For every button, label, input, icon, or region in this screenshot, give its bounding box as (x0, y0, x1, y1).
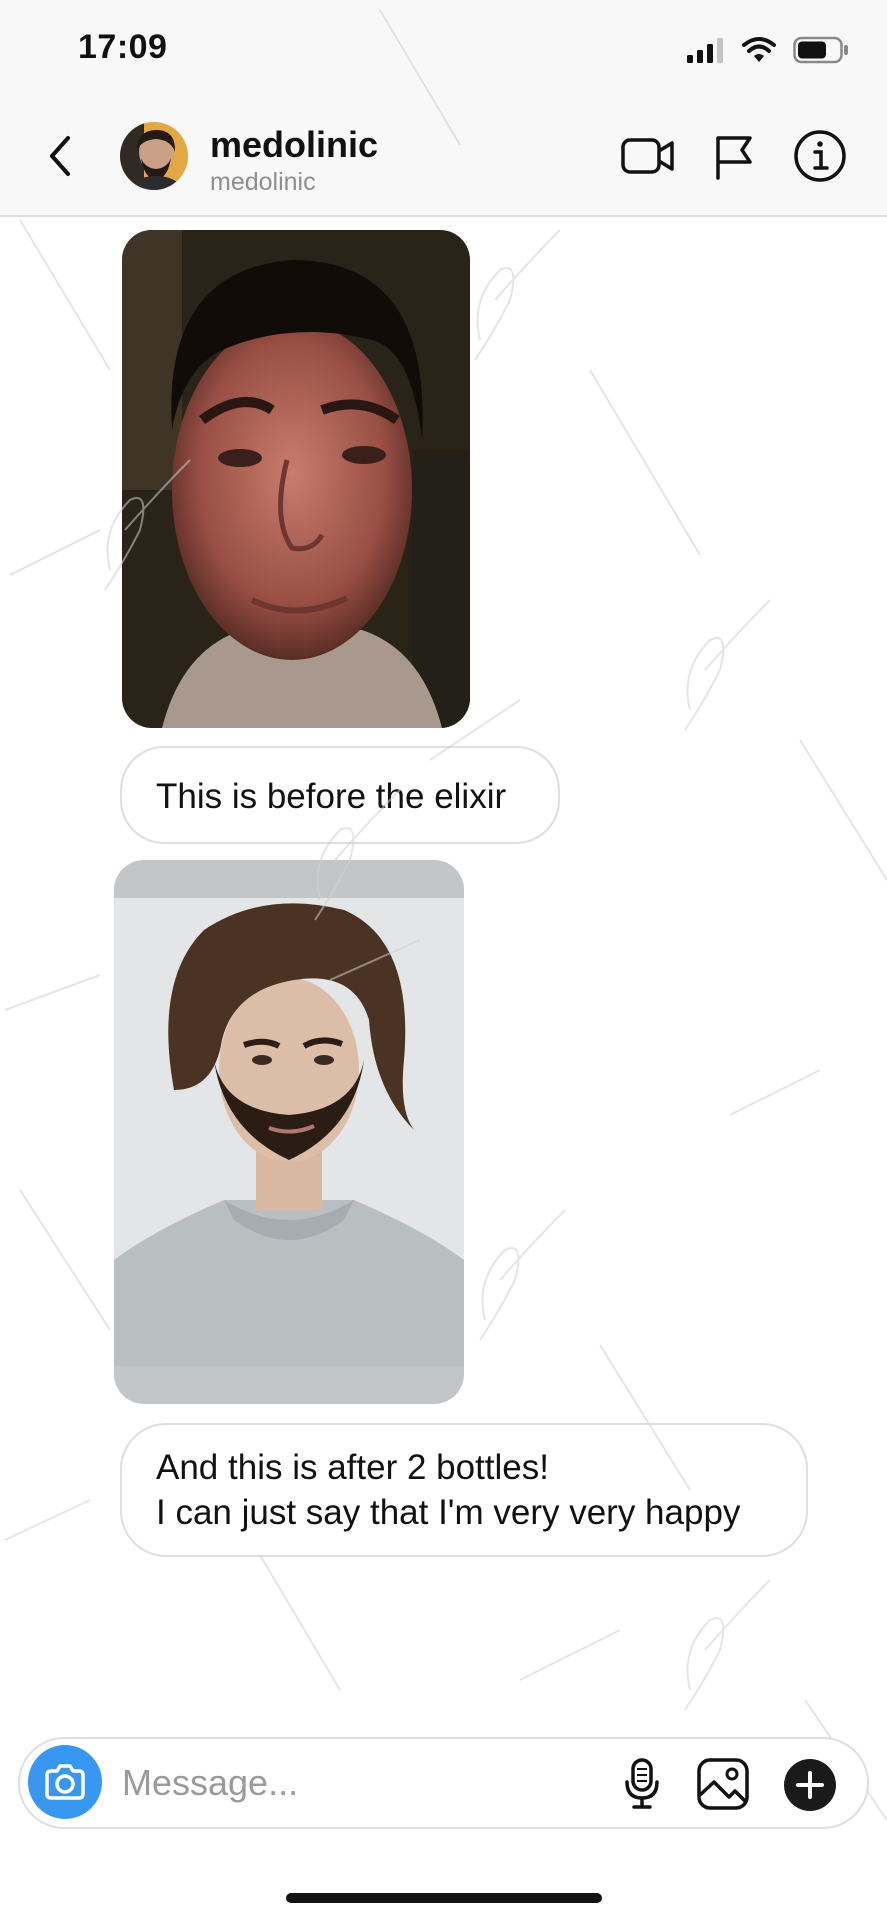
message-composer (18, 1737, 869, 1829)
message-bubble[interactable]: This is before the elixir (120, 746, 560, 844)
camera-icon (45, 1764, 85, 1800)
battery-icon (793, 36, 848, 64)
status-bar: 17:09 (0, 0, 887, 100)
message-bubble[interactable]: And this is after 2 bottles! I can just … (120, 1423, 808, 1557)
home-indicator (286, 1893, 602, 1903)
gallery-icon[interactable] (696, 1757, 750, 1811)
signal-icon (687, 38, 723, 63)
message-text: This is before the elixir (156, 777, 507, 816)
message-photo-after[interactable] (114, 860, 464, 1404)
microphone-icon[interactable] (622, 1757, 662, 1811)
status-icons (685, 32, 849, 68)
message-input[interactable] (120, 1749, 604, 1817)
avatar[interactable] (120, 122, 188, 190)
info-icon[interactable] (792, 128, 848, 184)
contact-username: medolinic (210, 168, 316, 196)
message-text-line: I can just say that I'm very very happy (156, 1493, 741, 1532)
message-photo-before[interactable] (122, 230, 470, 728)
wifi-icon (742, 37, 776, 62)
camera-button[interactable] (28, 1745, 102, 1819)
contact-name[interactable]: medolinic (210, 124, 378, 166)
flag-icon[interactable] (712, 130, 756, 182)
chevron-left-icon[interactable] (40, 128, 80, 184)
plus-button[interactable] (784, 1759, 836, 1811)
chat-header: medolinic medolinic (0, 100, 887, 217)
message-text-line: And this is after 2 bottles! (156, 1448, 549, 1487)
video-camera-icon[interactable] (620, 130, 676, 182)
plus-icon (796, 1771, 824, 1799)
status-time: 17:09 (78, 28, 168, 66)
